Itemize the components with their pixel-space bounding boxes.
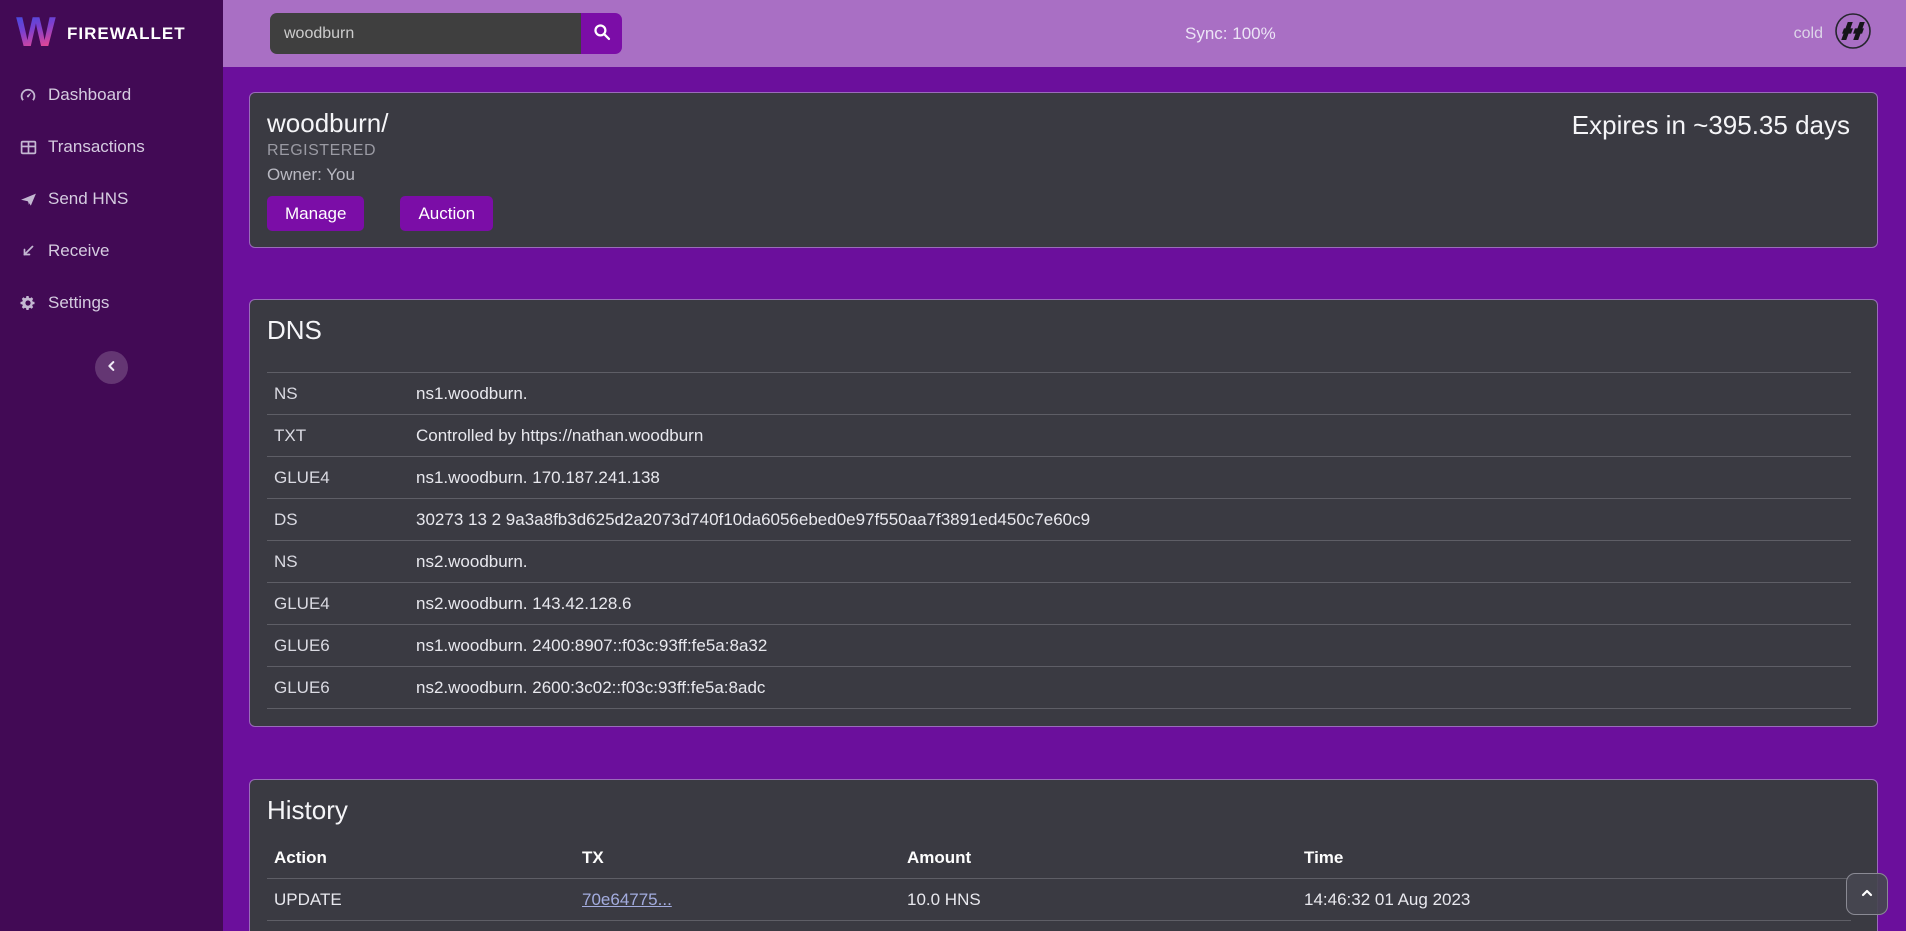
dns-record-row: GLUE6ns2.woodburn. 2600:3c02::f03c:93ff:…	[267, 667, 1851, 709]
search-group	[270, 13, 622, 54]
dns-record-type: GLUE6	[267, 667, 409, 709]
history-action: RENEW	[267, 921, 575, 931]
dns-record-row: NSns1.woodburn.	[267, 373, 1851, 415]
history-row: RENEW47bd5e...10.0 HNS15:45:36 07 Jul 20…	[267, 921, 1851, 931]
history-time: 15:45:36 07 Jul 2023	[1297, 921, 1851, 931]
dns-record-type: GLUE4	[267, 583, 409, 625]
history-amount: 10.0 HNS	[900, 921, 1297, 931]
sidebar-item-label: Transactions	[48, 137, 145, 157]
dns-record-value: ns1.woodburn.	[409, 373, 1851, 415]
svg-text:W: W	[16, 8, 56, 54]
history-time: 14:46:32 01 Aug 2023	[1297, 879, 1851, 921]
dns-record-value: ns2.woodburn. 143.42.128.6	[409, 583, 1851, 625]
dns-record-type: GLUE6	[267, 625, 409, 667]
history-card: History ActionTXAmountTime UPDATE 70e6477…	[249, 779, 1878, 931]
sidebar-item-transactions[interactable]: Transactions	[0, 121, 223, 173]
search-input[interactable]	[270, 13, 581, 54]
history-column-header: Time	[1297, 838, 1851, 879]
dns-title: DNS	[267, 314, 1851, 346]
dns-record-value: Controlled by https://nathan.woodburn	[409, 415, 1851, 457]
history-tx: 70e64775...	[575, 879, 900, 921]
sidebar-item-label: Dashboard	[48, 85, 131, 105]
history-action: UPDATE	[267, 879, 575, 921]
dns-table-body: NSns1.woodburn.TXTControlled by https://…	[267, 373, 1851, 709]
tachometer-icon	[19, 86, 37, 104]
dns-record-type: NS	[267, 541, 409, 583]
sidebar: W FIREWALLET Dashboard Transacti	[0, 0, 223, 931]
dns-table: NSns1.woodburn.TXTControlled by https://…	[267, 372, 1851, 709]
domain-expiry: Expires in ~395.35 days	[1572, 110, 1850, 141]
dns-record-value: ns1.woodburn. 2400:8907::f03c:93ff:fe5a:…	[409, 625, 1851, 667]
dns-record-row: TXTControlled by https://nathan.woodburn	[267, 415, 1851, 457]
search-icon	[593, 23, 611, 44]
history-header-row: ActionTXAmountTime	[267, 838, 1851, 879]
dns-card: DNS NSns1.woodburn.TXTControlled by http…	[249, 299, 1878, 727]
receive-arrow-icon	[19, 242, 37, 260]
dns-record-value: 30273 13 2 9a3a8fb3d625d2a2073d740f10da6…	[409, 499, 1851, 541]
search-button[interactable]	[581, 13, 622, 54]
dns-record-row: GLUE6ns1.woodburn. 2400:8907::f03c:93ff:…	[267, 625, 1851, 667]
dns-record-type: TXT	[267, 415, 409, 457]
gear-icon	[19, 294, 37, 312]
chevron-left-icon	[105, 359, 119, 376]
wallet-name: cold	[1794, 25, 1823, 43]
auction-button[interactable]: Auction	[400, 196, 493, 231]
sidebar-nav: Dashboard Transactions Send HNS	[0, 67, 223, 329]
topbar: Sync: 100% cold	[223, 0, 1906, 67]
history-column-header: Amount	[900, 838, 1297, 879]
history-row: UPDATE 70e64775... 10.0 HNS14:46:32 01 Aug…	[267, 879, 1851, 921]
history-title: History	[267, 794, 1851, 826]
tx-link[interactable]: 70e64775...	[582, 890, 672, 909]
scroll-top-button[interactable]	[1846, 873, 1888, 915]
dns-record-value: ns2.woodburn. 2600:3c02::f03c:93ff:fe5a:…	[409, 667, 1851, 709]
hns-logo-icon[interactable]	[1834, 12, 1872, 55]
sync-status: Sync: 100%	[1185, 0, 1276, 67]
history-table-body: UPDATE 70e64775... 10.0 HNS14:46:32 01 Aug…	[267, 879, 1851, 931]
history-column-header: TX	[575, 838, 900, 879]
manage-button[interactable]: Manage	[267, 196, 364, 231]
sidebar-collapse-button[interactable]	[95, 351, 128, 384]
app-logo: W FIREWALLET	[0, 0, 223, 67]
sidebar-item-receive[interactable]: Receive	[0, 225, 223, 277]
sidebar-item-send-hns[interactable]: Send HNS	[0, 173, 223, 225]
history-column-header: Action	[267, 838, 575, 879]
chevron-up-icon	[1859, 885, 1875, 904]
firewallet-logo-icon: W	[14, 8, 58, 59]
sidebar-item-dashboard[interactable]: Dashboard	[0, 69, 223, 121]
domain-status: REGISTERED	[267, 142, 1851, 160]
domain-card: woodburn/ REGISTERED Owner: You Manage A…	[249, 92, 1878, 248]
dns-record-row: GLUE4ns1.woodburn. 170.187.241.138	[267, 457, 1851, 499]
sidebar-item-label: Receive	[48, 241, 109, 261]
history-table: ActionTXAmountTime UPDATE 70e64775... 10.0…	[267, 838, 1851, 931]
history-amount: 10.0 HNS	[900, 879, 1297, 921]
dns-record-value: ns1.woodburn. 170.187.241.138	[409, 457, 1851, 499]
wallet-zone: cold	[1794, 0, 1872, 67]
sidebar-item-label: Send HNS	[48, 189, 128, 209]
dns-record-type: NS	[267, 373, 409, 415]
dns-record-value: ns2.woodburn.	[409, 541, 1851, 583]
dns-record-row: GLUE4ns2.woodburn. 143.42.128.6	[267, 583, 1851, 625]
dns-record-row: NSns2.woodburn.	[267, 541, 1851, 583]
history-tx: 47bd5e...	[575, 921, 900, 931]
domain-owner: Owner: You	[267, 165, 1851, 185]
dns-record-row: DS30273 13 2 9a3a8fb3d625d2a2073d740f10d…	[267, 499, 1851, 541]
sidebar-item-settings[interactable]: Settings	[0, 277, 223, 329]
table-icon	[19, 138, 37, 156]
dns-record-type: GLUE4	[267, 457, 409, 499]
send-icon	[19, 190, 37, 208]
sidebar-item-label: Settings	[48, 293, 109, 313]
dns-record-type: DS	[267, 499, 409, 541]
main-content: woodburn/ REGISTERED Owner: You Manage A…	[223, 67, 1906, 931]
app-title: FIREWALLET	[67, 24, 186, 44]
